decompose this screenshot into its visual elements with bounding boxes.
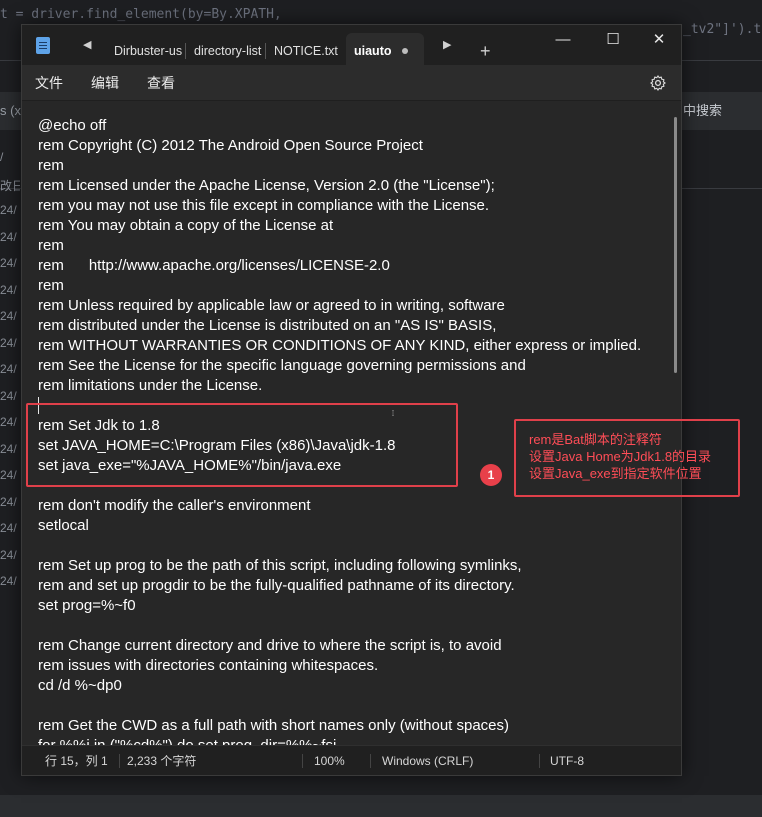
code-line: rem xyxy=(38,277,64,294)
text-cursor-icon xyxy=(392,410,394,416)
status-char-count: 2,233 个字符 xyxy=(127,754,197,768)
code-line: rem issues with directories containing w… xyxy=(38,657,379,674)
background-date-cell: 24/ xyxy=(0,282,17,297)
background-tab[interactable]: s (x xyxy=(0,92,21,130)
notepad-window: ◀ Dirbuster-us directory-list NOTICE.txt… xyxy=(21,24,682,776)
unsaved-dot-icon[interactable] xyxy=(402,48,408,54)
code-line: @echo off xyxy=(38,117,107,134)
status-separator xyxy=(370,754,371,768)
background-date-cell: 24/ xyxy=(0,362,17,376)
background-date-cell: 改日 xyxy=(0,178,20,193)
annotation-line: 设置Java Home为Jdk1.8的目录 xyxy=(529,449,712,464)
background-date-cell: 24/ xyxy=(0,256,17,270)
menu-bar: 文件 编辑 查看 xyxy=(22,65,681,101)
maximize-button[interactable]: ☐ xyxy=(590,25,636,57)
tab-uiauto[interactable]: uiauto xyxy=(346,33,424,65)
minimize-button[interactable]: — xyxy=(540,25,586,57)
code-line: rem xyxy=(38,237,64,254)
background-date-cell: 24/ xyxy=(0,574,17,588)
background-date-cell: 24/ xyxy=(0,309,17,323)
background-date-cell: / xyxy=(0,150,4,164)
code-line: rem You may obtain a copy of the License… xyxy=(38,217,334,234)
code-line: for %%i in ("%cd%") do set prog_dir=%%~f… xyxy=(38,736,641,745)
code-line: rem you may not use this file except in … xyxy=(38,197,490,214)
code-line: rem Set up prog to be the path of this s… xyxy=(38,557,522,574)
code-line: rem Change current directory and drive t… xyxy=(38,637,502,654)
tab-scroll-left-icon[interactable]: ◀ xyxy=(83,35,91,55)
status-separator xyxy=(119,754,120,768)
background-date-cell: 24/ xyxy=(0,388,17,403)
background-date-cell: 24/ xyxy=(0,441,17,456)
status-encoding[interactable]: UTF-8 xyxy=(550,746,584,776)
status-cursor-position[interactable]: 行 15，列 1 xyxy=(45,746,108,776)
code-line: rem See the License for the specific lan… xyxy=(38,357,526,374)
new-tab-plus-icon[interactable]: + xyxy=(480,33,491,69)
background-date-cell: 24/ xyxy=(0,203,17,217)
code-line: rem Get the CWD as a full path with shor… xyxy=(38,717,510,734)
code-line: rem distributed under the License is dis… xyxy=(38,317,497,334)
background-date-cell: 24/ xyxy=(0,335,17,350)
background-footer xyxy=(0,795,762,817)
settings-gear-icon[interactable] xyxy=(649,74,667,92)
code-line: rem don't modify the caller's environmen… xyxy=(38,497,311,514)
tab-dirbuster[interactable]: Dirbuster-us xyxy=(106,33,184,65)
tab-directory-list[interactable]: directory-list xyxy=(186,33,264,65)
menu-file[interactable]: 文件 xyxy=(35,65,63,101)
background-search-label[interactable]: 中搜索 xyxy=(683,92,722,130)
vertical-scrollbar[interactable] xyxy=(674,117,677,373)
code-line: rem Copyright (C) 2012 The Android Open … xyxy=(38,137,423,154)
code-line: rem WITHOUT WARRANTIES OR CONDITIONS OF … xyxy=(38,337,642,354)
background-date-cell: 24/ xyxy=(0,468,17,482)
code-line: rem and set up progdir to be the fully-q… xyxy=(38,577,515,594)
tab-notice[interactable]: NOTICE.txt xyxy=(266,33,344,65)
notepad-app-icon xyxy=(36,37,50,54)
annotation-box: rem是Bat脚本的注释符 设置Java Home为Jdk1.8的目录 设置Ja… xyxy=(514,419,740,497)
status-zoom[interactable]: 100% xyxy=(314,746,345,776)
annotation-line: 设置Java_exe到指定软件位置 xyxy=(529,466,702,481)
code-line: rem xyxy=(38,157,64,174)
menu-edit[interactable]: 编辑 xyxy=(91,65,119,101)
code-line: cd /d %~dp0 xyxy=(38,677,122,694)
status-bar: 行 15，列 1 2,233 个字符 100% Windows (CRLF) U… xyxy=(22,745,681,775)
background-date-cell: 24/ xyxy=(0,521,17,535)
background-date-cell: 24/ xyxy=(0,229,17,244)
background-code-fragment: _tv2"]').t xyxy=(683,22,762,37)
title-bar[interactable]: ◀ Dirbuster-us directory-list NOTICE.txt… xyxy=(22,25,681,65)
status-separator xyxy=(539,754,540,768)
background-date-cell: 24/ xyxy=(0,494,17,509)
menu-view[interactable]: 查看 xyxy=(147,65,175,101)
tab-scroll-right-icon[interactable]: ▶ xyxy=(443,35,451,55)
code-line: rem http://www.apache.org/licenses/LICEN… xyxy=(38,257,390,274)
annotation-badge: 1 xyxy=(480,464,502,486)
code-line: setlocal xyxy=(38,517,89,534)
code-line: set prog=%~f0 xyxy=(38,597,136,614)
background-date-cell: 24/ xyxy=(0,547,17,562)
code-line: rem limitations under the License. xyxy=(38,377,263,394)
code-line: rem Unless required by applicable law or… xyxy=(38,297,505,314)
close-button[interactable]: ✕ xyxy=(636,25,682,57)
code-line: rem Licensed under the Apache License, V… xyxy=(38,177,495,194)
status-separator xyxy=(302,754,303,768)
status-line-ending[interactable]: Windows (CRLF) xyxy=(382,746,473,776)
background-date-cell: 24/ xyxy=(0,415,17,429)
annotation-line: rem是Bat脚本的注释符 xyxy=(529,432,662,447)
